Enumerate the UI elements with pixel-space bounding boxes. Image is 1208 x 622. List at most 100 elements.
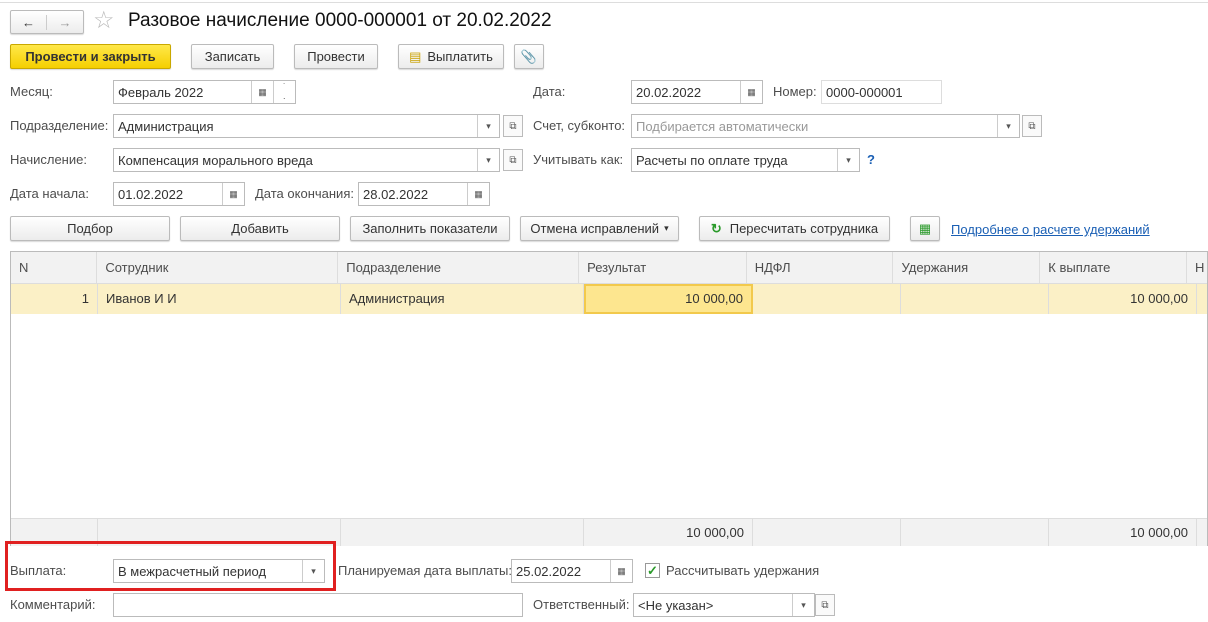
account-placeholder: Подбирается автоматически: [636, 118, 809, 134]
forward-arrow-icon[interactable]: →: [47, 15, 83, 30]
recalculate-label: Пересчитать сотрудника: [729, 221, 879, 236]
end-date-field[interactable]: 28.02.2022 ▦: [358, 182, 490, 206]
number-value: 0000-000001: [826, 84, 903, 100]
table-add-icon: ▦: [918, 220, 932, 236]
col-department[interactable]: Подразделение: [338, 252, 580, 283]
favorite-star-icon[interactable]: ☆: [93, 6, 115, 35]
department-label: Подразделение:: [10, 118, 109, 133]
cell-n[interactable]: 1: [11, 284, 98, 314]
accrual-field[interactable]: Компенсация морального вреда ▾: [113, 148, 500, 172]
table-header: N Сотрудник Подразделение Результат НДФЛ…: [11, 252, 1207, 284]
cell-ndfl[interactable]: [753, 284, 901, 314]
responsible-value: <Не указан>: [638, 597, 714, 613]
department-value: Администрация: [118, 118, 214, 134]
attach-button[interactable]: 📎: [514, 44, 544, 69]
calendar-icon[interactable]: ▦: [222, 183, 244, 205]
pay-button[interactable]: ▤ Выплатить: [398, 44, 504, 69]
table-row[interactable]: 1 Иванов И И Администрация 10 000,00 10 …: [11, 284, 1207, 314]
pay-label: Выплатить: [427, 49, 493, 64]
date-field[interactable]: 20.02.2022 ▦: [631, 80, 763, 104]
start-date-label: Дата начала:: [10, 186, 89, 201]
planned-date-label: Планируемая дата выплаты:: [338, 563, 512, 578]
cancel-corrections-button[interactable]: Отмена исправлений ▾: [520, 216, 679, 241]
number-label: Номер:: [773, 84, 817, 99]
col-ndfl[interactable]: НДФЛ: [747, 252, 894, 283]
account-label: Счет, субконто:: [533, 118, 626, 133]
back-arrow-icon[interactable]: ←: [11, 14, 48, 30]
save-button[interactable]: Записать: [191, 44, 274, 69]
end-date-label: Дата окончания:: [255, 186, 354, 201]
calc-deductions-checkbox[interactable]: ✓: [645, 563, 660, 578]
account-field[interactable]: Подбирается автоматически ▾: [631, 114, 1020, 138]
cell-employee[interactable]: Иванов И И: [98, 284, 341, 314]
start-date-field[interactable]: 01.02.2022 ▦: [113, 182, 245, 206]
deductions-details-link[interactable]: Подробнее о расчете удержаний: [951, 222, 1150, 237]
recalculate-employee-button[interactable]: ↻ Пересчитать сотрудника: [699, 216, 890, 241]
accrual-label: Начисление:: [10, 152, 87, 167]
chevron-down-icon[interactable]: ▾: [302, 560, 324, 582]
cell-deductions[interactable]: [901, 284, 1049, 314]
chevron-down-icon[interactable]: ▾: [792, 594, 814, 616]
open-icon[interactable]: ⧉: [815, 594, 835, 616]
accrual-value: Компенсация морального вреда: [118, 152, 313, 168]
calendar-icon[interactable]: ▦: [740, 81, 762, 103]
add-button[interactable]: Добавить: [180, 216, 340, 241]
refresh-icon: ↻: [710, 220, 722, 236]
cell-payout[interactable]: 10 000,00: [1049, 284, 1197, 314]
total-payout: 10 000,00: [1049, 519, 1197, 546]
col-employee[interactable]: Сотрудник: [97, 252, 339, 283]
cell-department[interactable]: Администрация: [341, 284, 584, 314]
chevron-down-icon[interactable]: ▾: [477, 115, 499, 137]
help-icon[interactable]: ?: [867, 148, 875, 172]
planned-date-field[interactable]: 25.02.2022 ▦: [511, 559, 633, 583]
chevron-down-icon[interactable]: ▾: [997, 115, 1019, 137]
payment-value: В межрасчетный период: [118, 563, 267, 579]
calendar-icon[interactable]: ▦: [610, 560, 632, 582]
account-as-field[interactable]: Расчеты по оплате труда ▾: [631, 148, 860, 172]
open-icon[interactable]: ⧉: [503, 149, 523, 171]
post-button[interactable]: Провести: [294, 44, 378, 69]
fill-indicators-button[interactable]: Заполнить показатели: [350, 216, 510, 241]
month-value: Февраль 2022: [118, 84, 204, 100]
comment-label: Комментарий:: [10, 597, 96, 612]
end-date-value: 28.02.2022: [363, 186, 429, 202]
payment-label: Выплата:: [10, 563, 67, 578]
spin-icon[interactable]: ˙.: [273, 81, 295, 103]
cancel-corrections-label: Отмена исправлений: [530, 221, 660, 236]
pick-button[interactable]: Подбор: [10, 216, 170, 241]
page-title: Разовое начисление 0000-000001 от 20.02.…: [128, 10, 552, 31]
top-border: [0, 0, 1208, 3]
responsible-field[interactable]: <Не указан> ▾: [633, 593, 815, 617]
open-icon[interactable]: ⧉: [503, 115, 523, 137]
calc-deductions-label[interactable]: Рассчитывать удержания: [666, 559, 819, 583]
post-and-close-button[interactable]: Провести и закрыть: [10, 44, 171, 69]
month-field[interactable]: Февраль 2022 ▦ ˙.: [113, 80, 296, 104]
total-result: 10 000,00: [584, 519, 753, 546]
paperclip-icon: 📎: [520, 48, 538, 64]
calendar-icon[interactable]: ▦: [467, 183, 489, 205]
col-result[interactable]: Результат: [579, 252, 747, 283]
col-deductions[interactable]: Удержания: [893, 252, 1041, 283]
account-as-label: Учитывать как:: [533, 152, 624, 167]
open-icon[interactable]: ⧉: [1022, 115, 1042, 137]
col-payout[interactable]: К выплате: [1040, 252, 1188, 283]
start-date-value: 01.02.2022: [118, 186, 184, 202]
payment-field[interactable]: В межрасчетный период ▾: [113, 559, 325, 583]
number-field[interactable]: 0000-000001: [821, 80, 942, 104]
date-value: 20.02.2022: [636, 84, 702, 100]
date-label: Дата:: [533, 84, 566, 99]
col-n[interactable]: N: [11, 252, 98, 283]
month-label: Месяц:: [10, 84, 53, 99]
department-field[interactable]: Администрация ▾: [113, 114, 500, 138]
col-extra[interactable]: Н: [1187, 252, 1207, 283]
chevron-down-icon: ▾: [664, 223, 669, 233]
calendar-icon[interactable]: ▦: [251, 81, 273, 103]
employees-table: N Сотрудник Подразделение Результат НДФЛ…: [10, 251, 1208, 546]
nav-buttons: ← →: [10, 10, 84, 34]
comment-field[interactable]: [113, 593, 523, 617]
add-table-button[interactable]: ▦: [910, 216, 940, 241]
cell-result[interactable]: 10 000,00: [584, 284, 753, 314]
account-as-value: Расчеты по оплате труда: [636, 152, 788, 168]
chevron-down-icon[interactable]: ▾: [837, 149, 859, 171]
chevron-down-icon[interactable]: ▾: [477, 149, 499, 171]
